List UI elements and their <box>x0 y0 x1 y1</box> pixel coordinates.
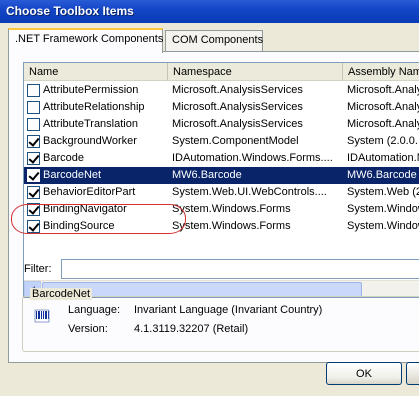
window-title: Choose Toolbox Items <box>6 4 134 18</box>
row-checkbox[interactable] <box>27 135 40 148</box>
table-row[interactable]: AttributePermission Microsoft.AnalysisSer… <box>24 82 419 99</box>
filter-label: Filter: <box>24 263 52 275</box>
row-checkbox[interactable] <box>27 203 40 216</box>
row-checkbox[interactable] <box>27 220 40 233</box>
cell-name: BindingNavigator <box>43 203 127 215</box>
cell-name: BarcodeNet <box>43 169 102 181</box>
row-checkbox[interactable] <box>27 101 40 114</box>
cell-assembly: Microsoft.Analy <box>347 101 419 113</box>
row-checkbox[interactable] <box>27 118 40 131</box>
table-row[interactable]: BehaviorEditorPart System.Web.UI.WebContr… <box>24 184 419 201</box>
row-checkbox[interactable] <box>27 84 40 97</box>
cell-assembly: System.Window <box>347 203 419 215</box>
cell-name: BindingSource <box>43 220 115 232</box>
table-row[interactable]: Barcode IDAutomation.Windows.Forms.... IDA… <box>24 150 419 167</box>
cell-namespace: IDAutomation.Windows.Forms.... <box>172 152 333 164</box>
cancel-button-partial[interactable] <box>406 362 419 385</box>
list-rows: AttributePermission Microsoft.AnalysisSer… <box>24 82 419 235</box>
row-checkbox[interactable] <box>27 169 40 182</box>
tab-net-framework-components[interactable]: .NET Framework Components <box>8 28 163 53</box>
cell-name: AttributePermission <box>43 84 139 96</box>
cell-name: BehaviorEditorPart <box>43 186 136 198</box>
cell-namespace: MW6.Barcode <box>172 169 242 181</box>
cell-name: AttributeRelationship <box>43 101 145 113</box>
cell-namespace: System.Windows.Forms <box>172 220 291 232</box>
column-header-name[interactable]: Name <box>24 63 168 81</box>
cell-namespace: System.ComponentModel <box>172 135 299 147</box>
table-row[interactable]: BindingNavigator System.Windows.Forms Syst… <box>24 201 419 218</box>
details-group-title: BarcodeNet <box>30 288 93 300</box>
tab-label: COM Components <box>172 34 264 46</box>
cell-namespace: System.Windows.Forms <box>172 203 291 215</box>
language-label: Language: <box>68 304 120 316</box>
barcode-icon <box>34 309 50 323</box>
list-header: Name Namespace Assembly Name <box>24 63 419 81</box>
table-row[interactable]: AttributeTranslation Microsoft.AnalysisSe… <box>24 116 419 133</box>
tab-label: .NET Framework Components <box>15 33 164 45</box>
cell-namespace: Microsoft.AnalysisServices <box>172 84 303 96</box>
row-checkbox[interactable] <box>27 152 40 165</box>
cell-name: AttributeTranslation <box>43 118 138 130</box>
table-row[interactable]: BindingSource System.Windows.Forms System.… <box>24 218 419 235</box>
column-header-assembly-name[interactable]: Assembly Name <box>343 63 419 81</box>
cell-assembly: System.Window <box>347 220 419 232</box>
ok-button[interactable]: OK <box>326 362 402 385</box>
cell-assembly: System.Web (2. <box>347 186 419 198</box>
filter-input[interactable] <box>61 259 419 279</box>
cell-name: Barcode <box>43 152 84 164</box>
row-checkbox[interactable] <box>27 186 40 199</box>
cell-assembly: MW6.Barcode ( <box>347 169 419 181</box>
cell-assembly: IDAutomation.N <box>347 152 419 164</box>
table-row[interactable]: AttributeRelationship Microsoft.AnalysisS… <box>24 99 419 116</box>
cell-name: BackgroundWorker <box>43 135 137 147</box>
language-value: Invariant Language (Invariant Country) <box>134 304 323 316</box>
title-bar: Choose Toolbox Items <box>0 0 419 23</box>
cell-namespace: Microsoft.AnalysisServices <box>172 118 303 130</box>
table-row[interactable]: BarcodeNet MW6.Barcode MW6.Barcode ( <box>24 167 419 184</box>
table-row[interactable]: BackgroundWorker System.ComponentModel Sys… <box>24 133 419 150</box>
column-header-namespace[interactable]: Namespace <box>168 63 343 81</box>
version-value: 4.1.3119.32207 (Retail) <box>134 323 249 335</box>
cell-namespace: System.Web.UI.WebControls.... <box>172 186 327 198</box>
tab-com-components[interactable]: COM Components <box>165 30 263 52</box>
cell-assembly: System (2.0.0. <box>347 135 418 147</box>
version-label: Version: <box>68 323 108 335</box>
cell-assembly: Microsoft.Analy <box>347 118 419 130</box>
cell-namespace: Microsoft.AnalysisServices <box>172 101 303 113</box>
cell-assembly: Microsoft.Analy <box>347 84 419 96</box>
